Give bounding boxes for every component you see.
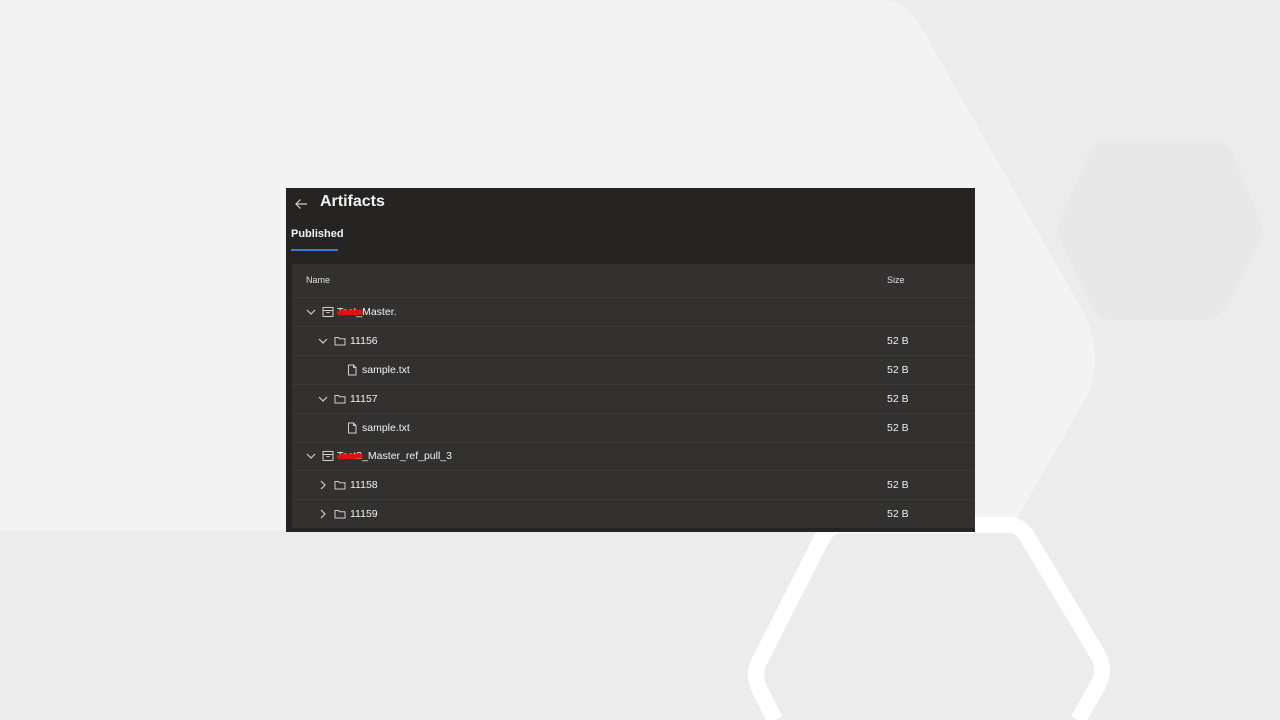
folder-icon [334, 395, 346, 404]
small-hexagon-shape [1059, 140, 1261, 320]
file-icon [348, 364, 357, 376]
folder-icon [334, 481, 346, 490]
row-name: 11159 [350, 508, 378, 520]
chevron-down-icon[interactable] [305, 450, 317, 462]
archive-icon [322, 307, 334, 317]
redaction-mark [336, 309, 364, 316]
row-name: 11157 [350, 393, 378, 405]
file-icon [348, 422, 357, 434]
table-header: Name Size [292, 264, 975, 298]
row-name: sample.txt [362, 422, 410, 434]
table-row[interactable]: sample.txt 52 B [292, 414, 975, 443]
page-title: Artifacts [320, 193, 385, 210]
row-size: 52 B [887, 479, 909, 491]
back-button[interactable] [292, 195, 310, 213]
table-row[interactable]: 11157 52 B [292, 385, 975, 414]
folder-icon [334, 510, 346, 519]
row-size: 52 B [887, 393, 909, 405]
archive-icon [322, 451, 334, 461]
tab-label: Published [291, 228, 344, 240]
table-row[interactable]: sample.txt 52 B [292, 356, 975, 385]
outline-hexagon-shape [748, 517, 1110, 720]
column-header-name[interactable]: Name [306, 275, 330, 285]
table-row[interactable]: Test2_Master_ref_pull_3 [292, 442, 975, 471]
artifacts-panel: Artifacts Published Name Size Test_Maste… [286, 188, 975, 532]
row-size: 52 B [887, 508, 909, 520]
chevron-right-icon[interactable] [317, 508, 329, 520]
row-size: 52 B [887, 364, 909, 376]
chevron-down-icon[interactable] [317, 335, 329, 347]
folder-icon [334, 337, 346, 346]
tab-published[interactable]: Published [291, 228, 344, 252]
table-row[interactable]: 11159 52 B [292, 500, 975, 528]
row-size: 52 B [887, 422, 909, 434]
tab-selected-indicator [291, 249, 338, 251]
row-name: sample.txt [362, 364, 410, 376]
column-header-size[interactable]: Size [887, 275, 905, 285]
chevron-right-icon[interactable] [317, 479, 329, 491]
artifacts-table: Name Size Test_Master. 11156 52 B sample… [292, 264, 975, 528]
table-row[interactable]: 11158 52 B [292, 471, 975, 500]
table-row[interactable]: Test_Master. [292, 298, 975, 327]
chevron-down-icon[interactable] [317, 393, 329, 405]
row-name: 11158 [350, 479, 378, 491]
arrow-left-icon [295, 199, 307, 209]
row-name: 11156 [350, 335, 378, 347]
table-row[interactable]: 11156 52 B [292, 327, 975, 356]
row-size: 52 B [887, 335, 909, 347]
chevron-down-icon[interactable] [305, 306, 317, 318]
header: Artifacts [286, 188, 975, 218]
redaction-mark [336, 453, 364, 460]
